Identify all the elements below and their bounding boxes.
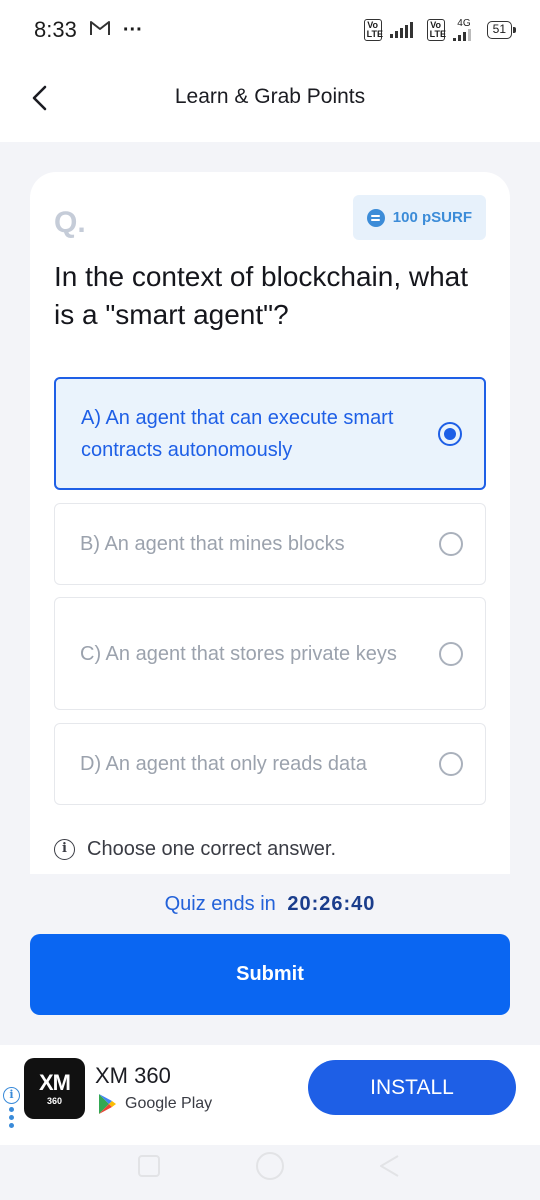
status-time: 8:33 (34, 17, 77, 42)
reward-badge: 100 pSURF (352, 195, 486, 240)
sim1-volte-badge: Vo LTE (363, 19, 383, 41)
google-play-icon (99, 1094, 116, 1114)
radio-unselected-icon (439, 752, 463, 776)
option-d[interactable]: D) An agent that only reads data (54, 723, 486, 805)
ad-logo-text: XM (39, 1069, 71, 1095)
status-left: 8:33 ··· (34, 17, 143, 43)
radio-unselected-icon (439, 641, 463, 666)
info-icon: i (54, 839, 75, 860)
page-title: Learn & Grab Points (174, 85, 366, 108)
radio-unselected-icon (439, 532, 463, 556)
option-c-label: C) An agent that stores private keys (80, 642, 397, 665)
battery-level: 51 (492, 22, 506, 36)
sim2-volte-badge: Vo LTE (426, 19, 446, 41)
app-header: Learn & Grab Points (0, 60, 540, 142)
status-bar: 8:33 ··· Vo LTE Vo LTE 4G 51 (0, 0, 540, 60)
install-button[interactable]: INSTALL (308, 1060, 516, 1115)
radio-selected-icon (438, 421, 462, 446)
question-marker: Q. (54, 206, 86, 239)
quiz-card: Q. 100 pSURF In the context of blockchai… (30, 172, 510, 874)
hint: i Choose one correct answer. (54, 838, 336, 861)
option-a[interactable]: A) An agent that can execute smart contr… (54, 377, 486, 490)
ad-logo-sub: 360 (46, 1095, 63, 1106)
ad-app-logo[interactable]: XM 360 (24, 1058, 85, 1119)
option-a-label: A) An agent that can execute smart contr… (81, 406, 394, 461)
chevron-left-icon (32, 85, 47, 111)
question-text: In the context of blockchain, what is a … (54, 261, 469, 330)
signal-icon-2 (452, 29, 471, 41)
gmail-icon (89, 17, 111, 43)
network-indicator: 4G (452, 18, 471, 41)
recents-icon[interactable] (138, 1155, 160, 1177)
battery-icon: 51 (486, 21, 517, 39)
option-c[interactable]: C) An agent that stores private keys (54, 597, 486, 710)
option-b-label: B) An agent that mines blocks (80, 533, 345, 555)
home-icon[interactable] (256, 1152, 284, 1180)
reward-label: 100 pSURF (392, 209, 472, 226)
option-b[interactable]: B) An agent that mines blocks (54, 503, 486, 585)
submit-button[interactable]: Submit (30, 934, 510, 1015)
signal-icon (389, 22, 413, 38)
network-type: 4G (457, 18, 471, 29)
back-button[interactable] (22, 80, 58, 116)
more-notifications-icon: ··· (122, 18, 143, 41)
system-nav-bar (0, 1145, 540, 1200)
ad-info-icon[interactable]: i (3, 1087, 20, 1104)
quiz-timer: Quiz ends in 20:26:40 (0, 893, 540, 916)
ad-store-label: Google Play (125, 1095, 213, 1112)
back-triangle-icon[interactable] (376, 1153, 402, 1179)
status-right: Vo LTE Vo LTE 4G 51 (363, 18, 517, 41)
timer-label: Quiz ends in (164, 893, 276, 915)
ad-app-title[interactable]: XM 360 (95, 1063, 171, 1089)
ad-store: Google Play (97, 1093, 212, 1115)
ad-options-icon[interactable] (9, 1107, 14, 1128)
coin-icon (366, 208, 385, 227)
timer-value: 20:26:40 (287, 893, 376, 915)
option-d-label: D) An agent that only reads data (80, 753, 367, 775)
hint-text: Choose one correct answer. (87, 838, 337, 860)
ad-banner[interactable]: i XM 360 XM 360 Google Play INSTALL (0, 1045, 540, 1145)
